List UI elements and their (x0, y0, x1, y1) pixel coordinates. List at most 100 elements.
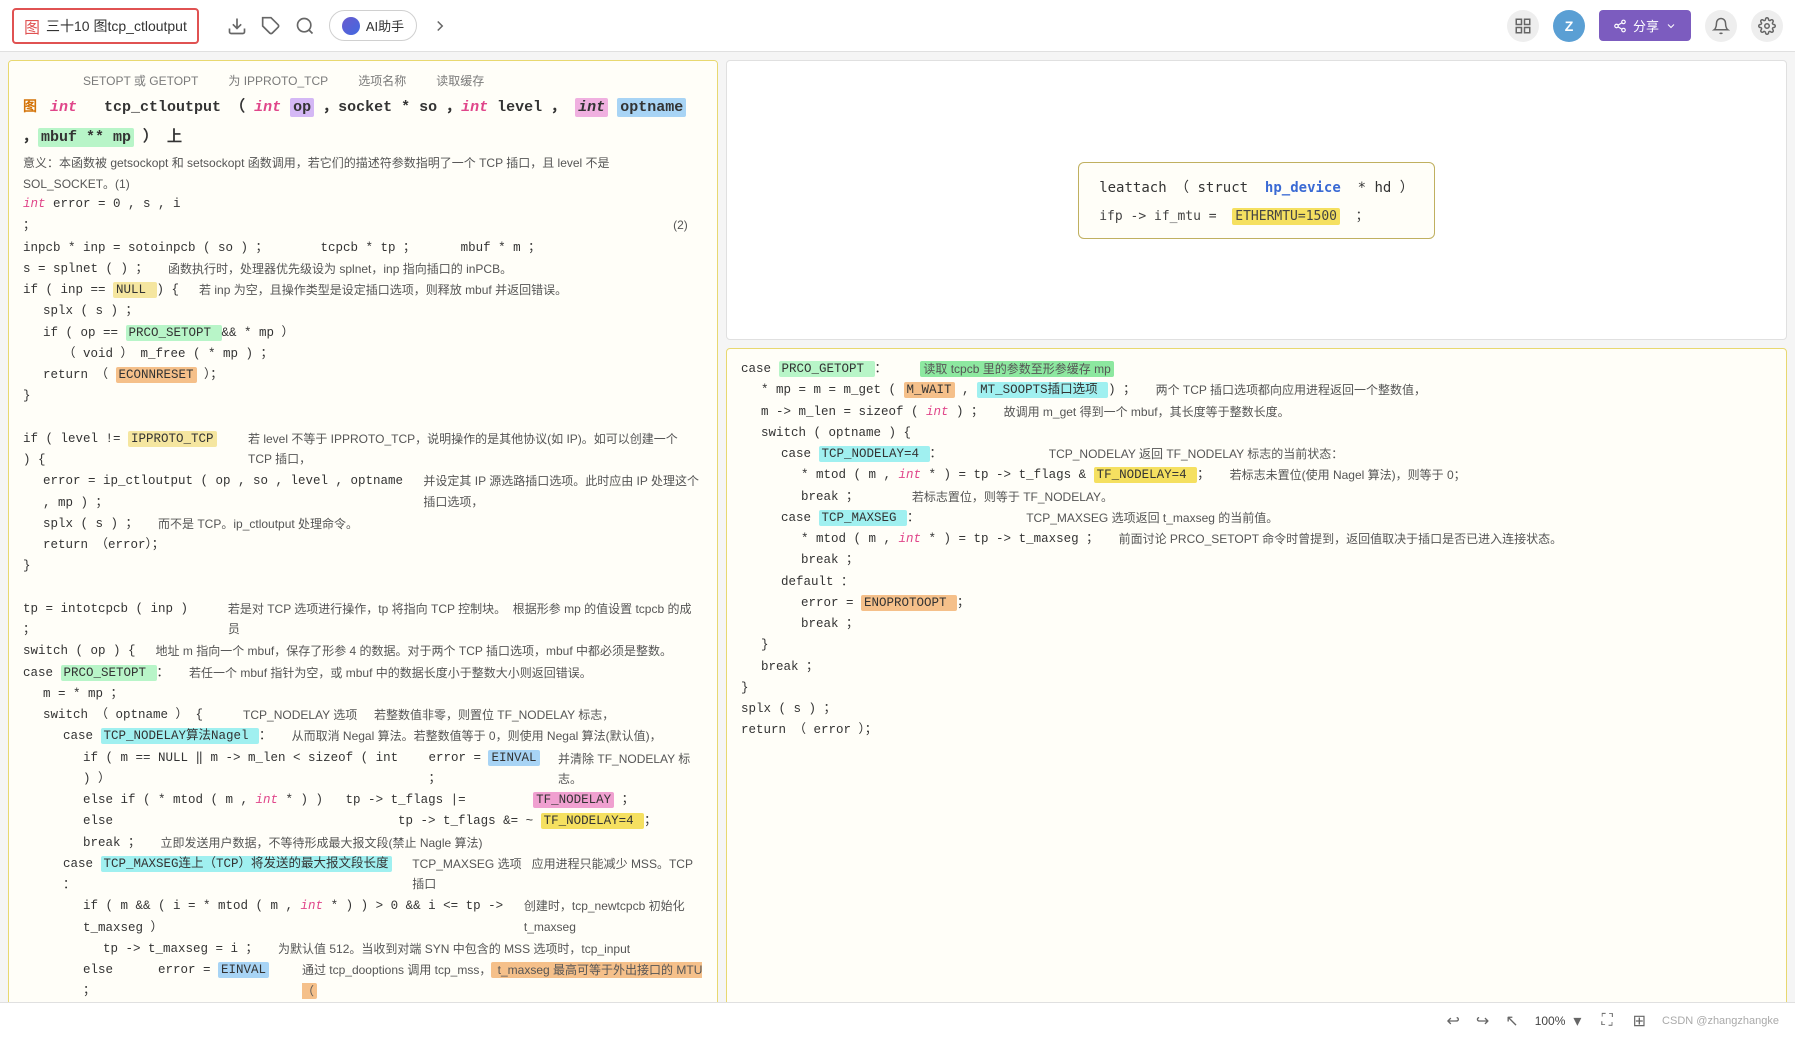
tag-button[interactable] (261, 16, 281, 36)
line8: return （ ECONNRESET ）； (23, 365, 703, 386)
main-content: SETOPT 或 GETOPT 为 IPPROTO_TCP 选项名称 读取缓存 … (0, 52, 1795, 1039)
line14: return （error）； (23, 535, 703, 556)
line12: error = ip_ctloutput ( op , so , level ,… (23, 471, 403, 514)
line12-group: error = ip_ctloutput ( op , so , level ,… (23, 471, 703, 514)
rb-line1-comment: 读取 tcpcb 里的参数至形参缓存 mp (907, 359, 1114, 380)
rb-line7-group: break ； 若标志置位，则等于 TF_NODELAY。 (741, 487, 1772, 508)
line11: if ( level != IPPROTO_TCP ) { (23, 429, 228, 472)
rb-line10: break ； (741, 550, 1772, 571)
line17-group: tp = intotcpcb ( inp ) ； 若是对 TCP 选项进行操作，… (23, 599, 703, 642)
line18-group: switch ( op ) { 地址 m 指向一个 mbuf，保存了形参 4 的… (23, 641, 703, 662)
right-top-panel: leattach （ struct hp_device * hd ） ifp -… (726, 60, 1787, 340)
book-icon: 图 (24, 14, 40, 38)
more-button[interactable] (431, 17, 449, 35)
rb-line6-comment: 若标志未置位(使用 Nagel 算法)，则等于 0； (1230, 465, 1466, 486)
zoom-dropdown-button[interactable]: ▾ (1569, 1009, 1585, 1033)
tab-label: 三十10 图tcp_ctloutput (46, 16, 187, 36)
line4-group: if ( inp == NULL ) { 若 inp 为空，且操作类型是设定插口… (23, 280, 703, 301)
grid-icon-button[interactable] (1507, 10, 1539, 42)
line3: s = splnet ( ) ； (23, 259, 148, 280)
fullscreen-button[interactable]: ⛶ (1597, 1010, 1616, 1032)
zoom-value: 100% (1535, 1014, 1566, 1028)
line28: if ( m && ( i = * mtod ( m , int * ) ) >… (23, 896, 504, 939)
line22-comment: 从而取消 Negal 算法。若整数值等于 0，则使用 Negal 算法(默认值)… (292, 726, 662, 747)
line26-comment: 立即发送用户数据，不等待形成最大报文段(禁止 Nagle 算法) (161, 833, 483, 854)
rb-line15: break ； (741, 657, 1772, 678)
topbar-left: 图 三十10 图tcp_ctloutput AI助手 (12, 8, 449, 44)
download-button[interactable] (227, 16, 247, 36)
line29-group: tp -> t_maxseg = i ； 为默认值 512。当收到对端 SYN … (23, 939, 703, 960)
line29-comment: 为默认值 512。当收到对端 SYN 中包含的 MSS 选项时，tcp_inpu… (278, 939, 630, 960)
line21-comment: TCP_NODELAY 选项 若整数值非零，则置位 TF_NODELAY 标志， (223, 705, 614, 726)
line30-group: else error = EINVAL ； 通过 tcp_dooptions 调… (23, 960, 703, 1003)
rb-line2: * mp = m = m_get ( M_WAIT , MT_SOOPTS插口选… (741, 380, 1136, 401)
line6: if ( op == PRCO_SETOPT && * mp ） (23, 323, 703, 344)
annotations-row: SETOPT 或 GETOPT 为 IPPROTO_TCP 选项名称 读取缓存 (23, 71, 703, 91)
rb-line5-group: case TCP_NODELAY=4 ： TCP_NODELAY 返回 TF_N… (741, 444, 1772, 465)
line28-group: if ( m && ( i = * mtod ( m , int * ) ) >… (23, 896, 703, 939)
rb-line3-comment: 故调用 m_get 得到一个 mbuf，其长度等于整数长度。 (1004, 402, 1290, 423)
rb-line3: m -> m_len = sizeof ( int ) ； (741, 402, 984, 423)
rb-line5-comment: TCP_NODELAY 返回 TF_NODELAY 标志的当前状态： (962, 444, 1343, 465)
setopt-annotation: SETOPT 或 GETOPT (83, 71, 198, 91)
line26-group: break ； 立即发送用户数据，不等待形成最大报文段(禁止 Nagle 算法) (23, 833, 703, 854)
rb-line5: case TCP_NODELAY=4 ： (741, 444, 942, 465)
ipproto-annotation: 为 IPPROTO_TCP (228, 71, 328, 91)
avatar[interactable]: Z (1553, 10, 1585, 42)
line16 (23, 578, 703, 599)
right-bottom-panel: case PRCO_GETOPT ： 读取 tcpcb 里的参数至形参缓存 mp… (726, 348, 1787, 1031)
zoom-display: 100% ▾ (1535, 1009, 1586, 1033)
rb-line6-group: * mtod ( m , int * ) = tp -> t_flags & T… (741, 465, 1772, 486)
bottom-toolbar: ↩ ↪ ↖ 100% ▾ ⛶ ⊞ CSDN @zhangzhangke (0, 1002, 1795, 1039)
line18: switch ( op ) { (23, 641, 136, 662)
float-box: leattach （ struct hp_device * hd ） ifp -… (1078, 162, 1435, 239)
share-button[interactable]: 分享 (1599, 10, 1691, 41)
line23-group: if ( m == NULL ‖ m -> m_len < sizeof ( i… (23, 748, 703, 791)
desc1: 意义：本函数被 getsockopt 和 setsockopt 函数调用，若它们… (23, 153, 703, 194)
line23: if ( m == NULL ‖ m -> m_len < sizeof ( i… (23, 748, 408, 791)
option-name-annotation: 选项名称 (358, 71, 406, 91)
line18-comment: 地址 m 指向一个 mbuf，保存了形参 4 的数据。对于两个 TCP 插口选项… (156, 641, 672, 662)
rb-line12: error = ENOPROTOOPT ； (741, 593, 1772, 614)
line17-comment: 若是对 TCP 选项进行操作，tp 将指向 TCP 控制块。 根据形参 mp 的… (228, 599, 703, 642)
line19: case PRCO_SETOPT ： (23, 663, 169, 684)
rb-line8-comment: TCP_MAXSEG 选项返回 t_maxseg 的当前值。 (940, 508, 1279, 529)
notification-button[interactable] (1705, 10, 1737, 42)
read-buf-annotation: 读取缓存 (436, 71, 484, 91)
line21-group: switch （ optname ） { TCP_NODELAY 选项 若整数值… (23, 705, 703, 726)
line19-group: case PRCO_SETOPT ： 若任一个 mbuf 指针为空，或 mbuf… (23, 663, 703, 684)
cursor-button[interactable]: ↖ (1501, 1009, 1522, 1033)
float-code-line: ifp -> if_mtu = ETHERMTU=1500 ； (1099, 205, 1414, 224)
line12-comment: 并设定其 IP 源选路插口选项。此时应由 IP 处理这个插口选项， (423, 471, 703, 514)
topbar: 图 三十10 图tcp_ctloutput AI助手 Z (0, 0, 1795, 52)
line2: inpcb * inp = sotoinpcb ( so ) ； tcpcb *… (23, 238, 703, 259)
line27-comment: TCP_MAXSEG 选项 应用进程只能减少 MSS。TCP 插口 (412, 854, 703, 897)
undo-button[interactable]: ↩ (1442, 1009, 1463, 1033)
line27: case TCP_MAXSEG连上（TCP）将发送的最大报文段长度 ： (23, 854, 392, 897)
ai-icon (342, 17, 360, 35)
search-button[interactable] (295, 16, 315, 36)
rb-line1-group: case PRCO_GETOPT ： 读取 tcpcb 里的参数至形参缓存 mp (741, 359, 1772, 380)
rb-line9: * mtod ( m , int * ) = tp -> t_maxseg ； (741, 529, 1099, 550)
rb-line2-comment: 两个 TCP 插口选项都向应用进程返回一个整数值， (1156, 380, 1426, 401)
line21: switch （ optname ） { (23, 705, 203, 726)
line26: break ； (23, 833, 141, 854)
share-label: 分享 (1633, 16, 1659, 35)
rb-line7-comment: 若标志置位，则等于 TF_NODELAY。 (879, 487, 1113, 508)
line19-comment: 若任一个 mbuf 指针为空，或 mbuf 中的数据长度小于整数大小则返回错误。 (189, 663, 592, 684)
rb-line9-comment: 前面讨论 PRCO_SETOPT 命令时曾提到，返回值取决于插口是否已进入连接状… (1119, 529, 1563, 550)
line3-group: s = splnet ( ) ； 函数执行时，处理器优先级设为 splnet，i… (23, 259, 703, 280)
redo-button[interactable]: ↪ (1472, 1009, 1493, 1033)
rb-line2-group: * mp = m = m_get ( M_WAIT , MT_SOOPTS插口选… (741, 380, 1772, 401)
ai-label: AI助手 (366, 16, 404, 35)
settings-button[interactable] (1751, 10, 1783, 42)
tab-item[interactable]: 图 三十10 图tcp_ctloutput (12, 8, 199, 44)
ai-assistant-button[interactable]: AI助手 (329, 10, 417, 41)
rb-line9-group: * mtod ( m , int * ) = tp -> t_maxseg ； … (741, 529, 1772, 550)
line11-comment: 若 level 不等于 IPPROTO_TCP，说明操作的是其他协议(如 IP)… (248, 429, 703, 472)
line25: else tp -> t_flags &= ~ TF_NODELAY=4 ； (23, 811, 703, 832)
grid-view-button[interactable]: ⊞ (1629, 1009, 1650, 1033)
line27-group: case TCP_MAXSEG连上（TCP）将发送的最大报文段长度 ： TCP_… (23, 854, 703, 897)
right-panel: leattach （ struct hp_device * hd ） ifp -… (726, 52, 1795, 1039)
topbar-actions: AI助手 (227, 10, 449, 41)
